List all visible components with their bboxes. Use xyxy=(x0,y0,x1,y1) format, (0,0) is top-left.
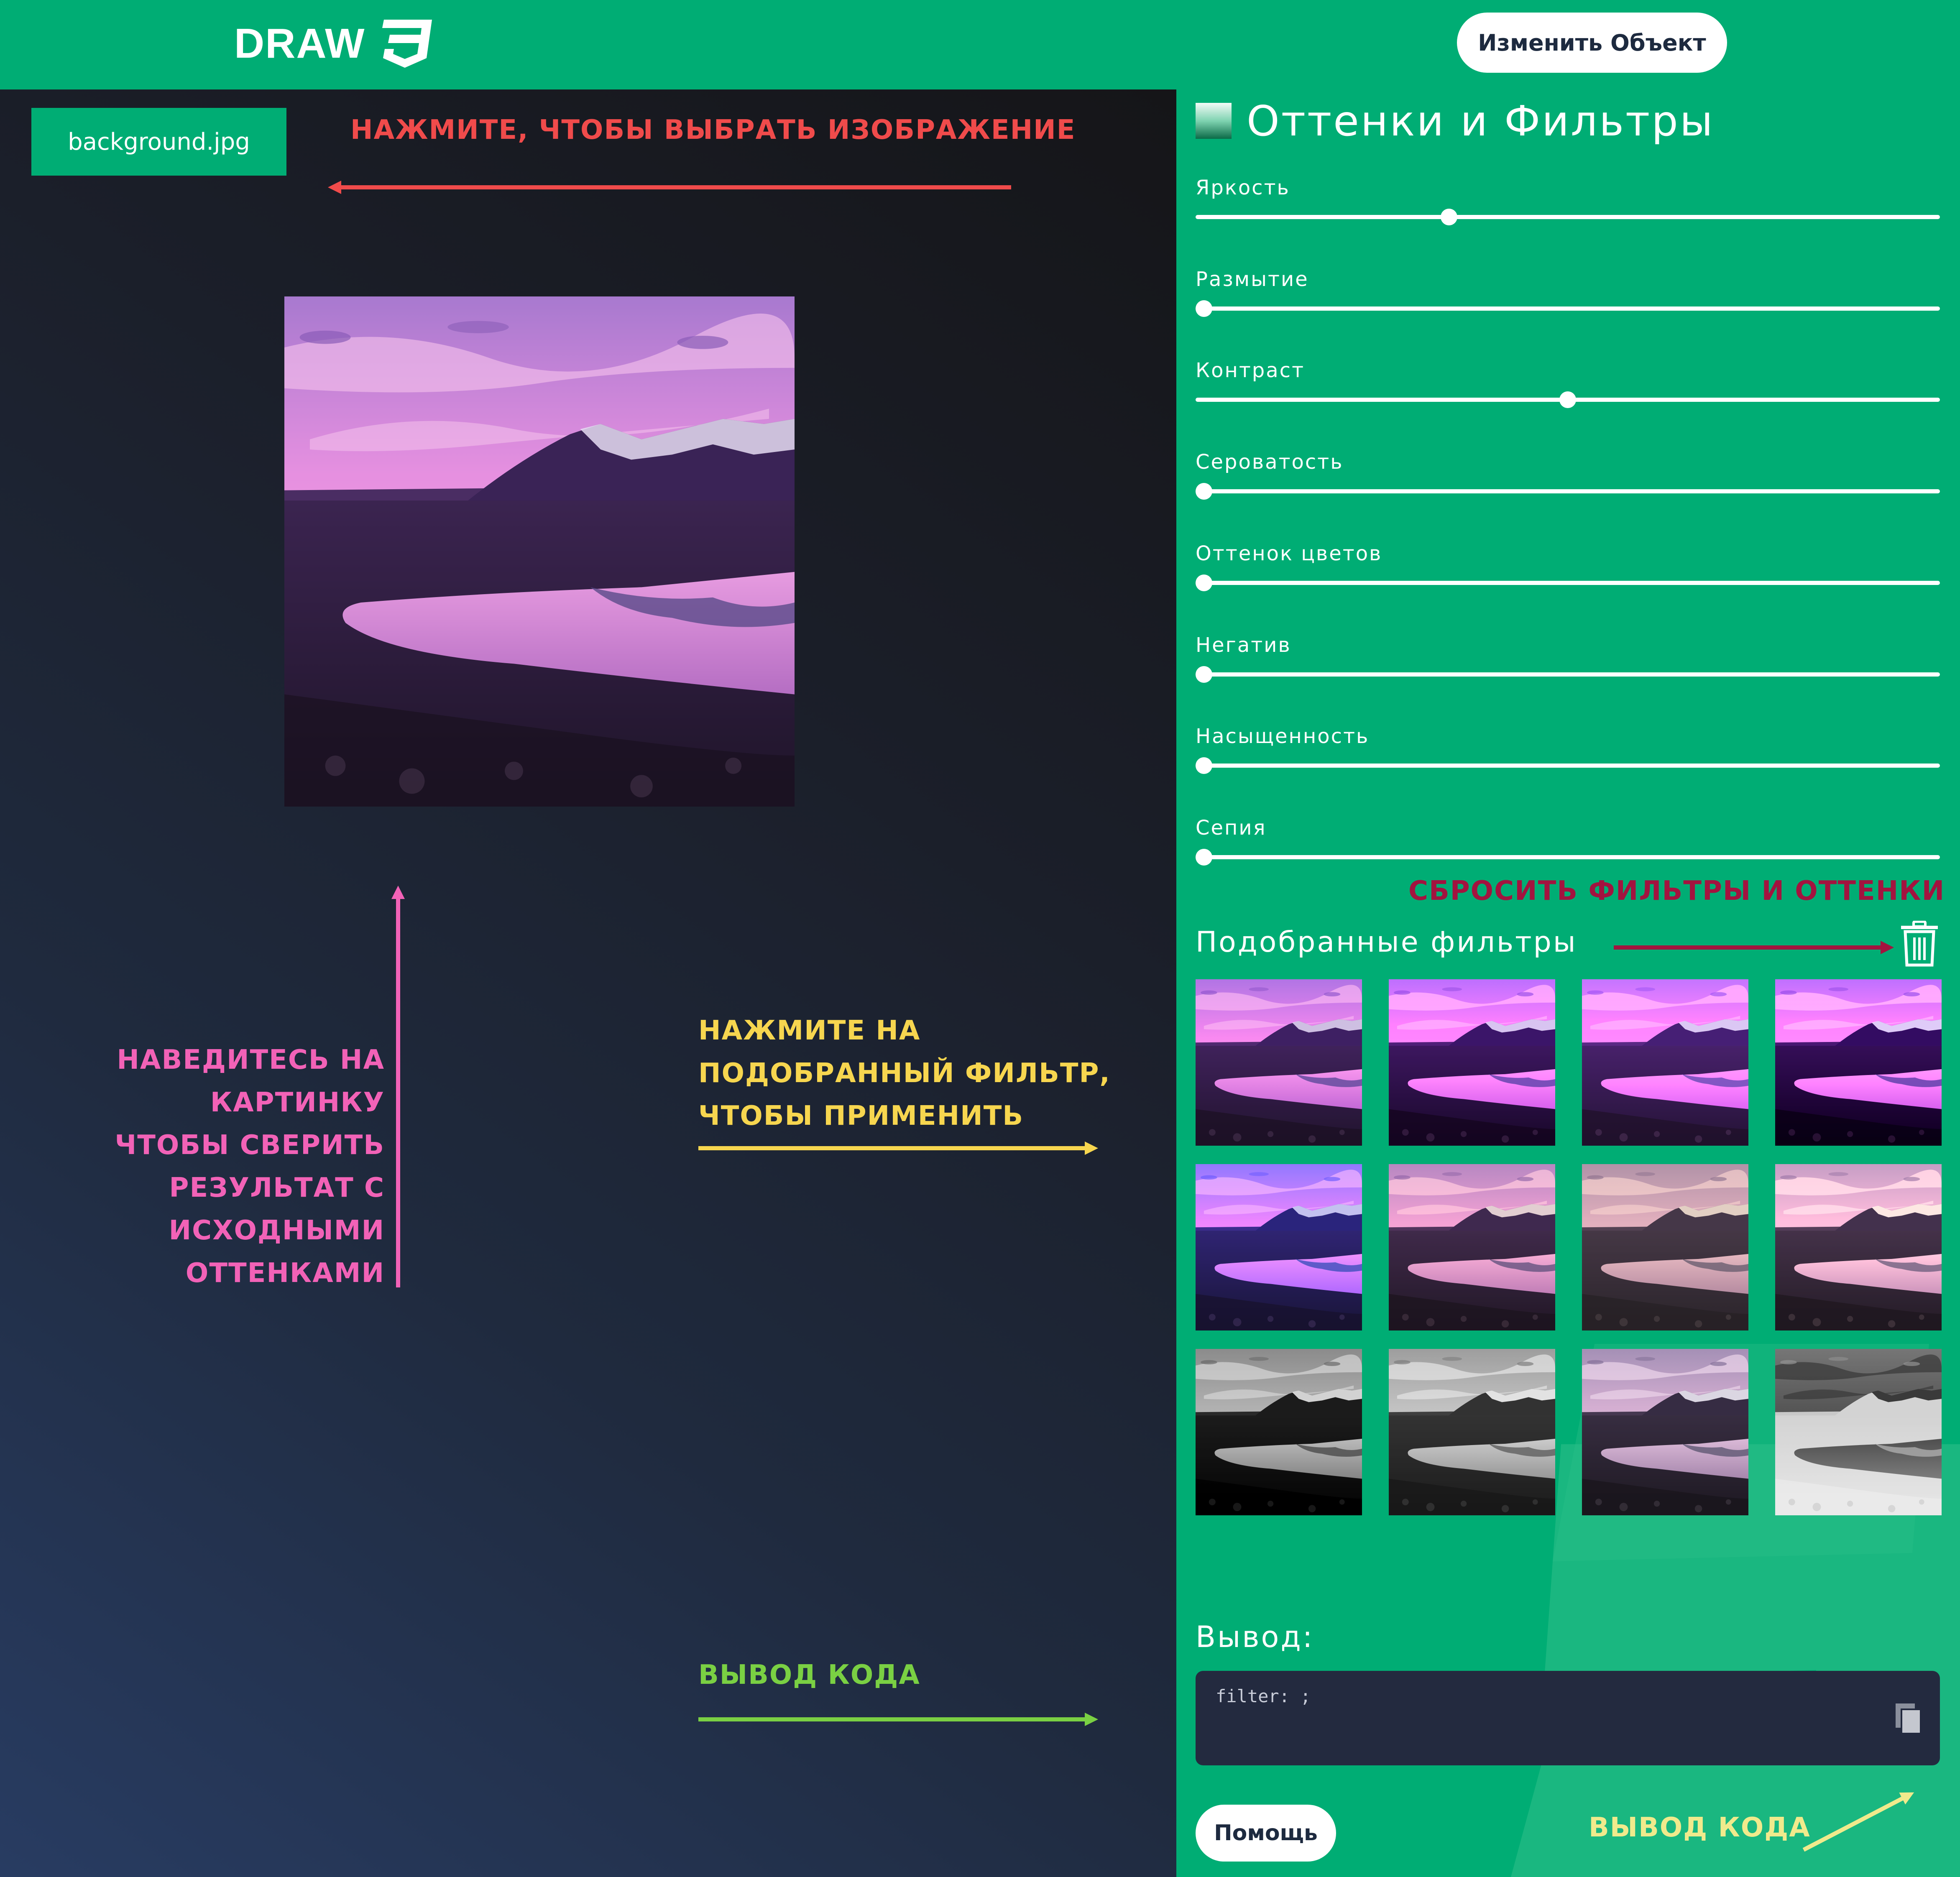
slider-track[interactable] xyxy=(1196,306,1940,311)
app-logo[interactable]: DRAW xyxy=(234,18,432,69)
annotation-line: ПОДОБРАННЫЙ ФИЛЬТР, xyxy=(698,1058,1111,1089)
preset-photo xyxy=(1389,1349,1555,1515)
css3-logo-icon xyxy=(382,19,432,68)
preset-photo xyxy=(1196,1164,1362,1330)
preset-thumbnail[interactable] xyxy=(1389,1349,1555,1515)
slider-track[interactable] xyxy=(1196,672,1940,677)
preset-photo xyxy=(1775,979,1942,1146)
preset-thumbnail[interactable] xyxy=(1775,1164,1942,1330)
slider-label: Сероватость xyxy=(1196,450,1344,474)
preset-thumbnail[interactable] xyxy=(1196,1349,1362,1515)
output-label: Вывод: xyxy=(1196,1620,1314,1654)
color-swatch-icon xyxy=(1196,103,1232,139)
panel-header: Оттенки и Фильтры xyxy=(1196,94,1715,148)
slider-track[interactable] xyxy=(1196,215,1940,219)
annotation-line: ИСХОДНЫМИ xyxy=(169,1215,385,1246)
slider-label: Размытие xyxy=(1196,268,1309,291)
slider-thumb[interactable] xyxy=(1559,391,1576,408)
preset-photo xyxy=(1196,979,1362,1146)
annotation-line: КАРТИНКУ xyxy=(210,1087,385,1118)
image-preview[interactable] xyxy=(284,296,795,807)
annotation-code-output: ВЫВОД КОДА xyxy=(698,1660,920,1691)
preset-photo xyxy=(1389,1164,1555,1330)
preset-photo xyxy=(1775,1349,1942,1515)
annotation-apply-preset: НАЖМИТЕ НА ПОДОБРАННЫЙ ФИЛЬТР, ЧТОБЫ ПРИ… xyxy=(698,1009,1117,1137)
choose-image-button[interactable]: background.jpg xyxy=(31,108,286,176)
help-button[interactable]: Помощь xyxy=(1196,1805,1336,1862)
slider-track[interactable] xyxy=(1196,489,1940,493)
panel-title: Оттенки и Фильтры xyxy=(1247,96,1715,146)
preset-thumbnail[interactable] xyxy=(1196,979,1362,1146)
workspace: background.jpg НАЖМИТЕ, ЧТОБЫ ВЫБРАТЬ ИЗ… xyxy=(0,89,1176,1877)
filters-panel: Оттенки и Фильтры Яркость Размытие Контр… xyxy=(1176,89,1960,1877)
preset-photo xyxy=(1582,979,1748,1146)
copy-code-button[interactable] xyxy=(1894,1702,1923,1735)
slider-thumb[interactable] xyxy=(1196,666,1212,683)
annotation-line: НАВЕДИТЕСЬ НА xyxy=(117,1044,385,1075)
preset-thumbnail[interactable] xyxy=(1775,979,1942,1146)
slider-sepia[interactable]: Сепия xyxy=(1196,815,1940,866)
annotation-reset: СБРОСИТЬ ФИЛЬТРЫ И ОТТЕНКИ xyxy=(1408,876,1945,907)
slider-thumb[interactable] xyxy=(1196,849,1212,866)
presets-label: Подобранные фильтры xyxy=(1196,926,1577,959)
code-output-box[interactable]: filter: ; xyxy=(1196,1671,1940,1765)
slider-invert[interactable]: Негатив xyxy=(1196,633,1940,683)
preset-photo xyxy=(1582,1349,1748,1515)
slider-label: Оттенок цветов xyxy=(1196,542,1382,565)
trash-icon xyxy=(1901,920,1938,967)
preset-thumbnail[interactable] xyxy=(1775,1349,1942,1515)
slider-label: Контраст xyxy=(1196,359,1305,382)
annotation-line: ЧТОБЫ ПРИМЕНИТЬ xyxy=(698,1101,1024,1131)
copy-icon xyxy=(1896,1703,1922,1734)
reset-filters-button[interactable] xyxy=(1899,920,1940,967)
slider-track[interactable] xyxy=(1196,581,1940,585)
annotation-hover-compare: НАВЕДИТЕСЬ НА КАРТИНКУ ЧТОБЫ СВЕРИТЬ РЕЗ… xyxy=(84,1039,385,1295)
logo-text: DRAW xyxy=(234,20,365,67)
preset-thumbnail[interactable] xyxy=(1582,1164,1748,1330)
slider-thumb[interactable] xyxy=(1196,575,1212,591)
preset-thumbnail[interactable] xyxy=(1196,1164,1362,1330)
slider-contrast[interactable]: Контраст xyxy=(1196,358,1940,408)
slider-label: Яркость xyxy=(1196,176,1290,199)
slider-brightness[interactable]: Яркость xyxy=(1196,175,1940,225)
slider-thumb[interactable] xyxy=(1196,757,1212,774)
preset-thumbnail[interactable] xyxy=(1582,979,1748,1146)
preview-photo xyxy=(284,296,795,807)
slider-thumb[interactable] xyxy=(1196,300,1212,317)
preset-thumbnail[interactable] xyxy=(1389,1164,1555,1330)
slider-label: Насыщенность xyxy=(1196,725,1370,748)
annotation-line: РЕЗУЛЬТАТ С xyxy=(169,1172,385,1203)
slider-label: Негатив xyxy=(1196,633,1291,657)
annotation-line: НАЖМИТЕ НА xyxy=(698,1015,921,1046)
annotation-code-output-panel: ВЫВОД КОДА xyxy=(1589,1812,1811,1843)
preset-photo xyxy=(1389,979,1555,1146)
annotation-line: ОТТЕНКАМИ xyxy=(185,1258,385,1289)
preset-photo xyxy=(1196,1349,1362,1515)
annotation-choose-image: НАЖМИТЕ, ЧТОБЫ ВЫБРАТЬ ИЗОБРАЖЕНИЕ xyxy=(350,115,1076,146)
slider-thumb[interactable] xyxy=(1196,483,1212,500)
preset-grid xyxy=(1196,979,1945,1519)
edit-object-button[interactable]: Изменить Объект xyxy=(1457,13,1727,73)
slider-track[interactable] xyxy=(1196,855,1940,859)
slider-label: Сепия xyxy=(1196,816,1267,840)
preset-photo xyxy=(1582,1164,1748,1330)
slider-track[interactable] xyxy=(1196,764,1940,768)
slider-saturate[interactable]: Насыщенность xyxy=(1196,724,1940,774)
preset-thumbnail[interactable] xyxy=(1582,1349,1748,1515)
preset-thumbnail[interactable] xyxy=(1389,979,1555,1146)
preset-photo xyxy=(1775,1164,1942,1330)
slider-hue-rotate[interactable]: Оттенок цветов xyxy=(1196,541,1940,591)
slider-blur[interactable]: Размытие xyxy=(1196,267,1940,317)
slider-grayscale[interactable]: Сероватость xyxy=(1196,449,1940,500)
code-output-text[interactable]: filter: ; xyxy=(1216,1686,1311,1706)
annotation-line: ЧТОБЫ СВЕРИТЬ xyxy=(115,1130,385,1161)
top-bar: DRAW Изменить Объект xyxy=(0,0,1960,89)
